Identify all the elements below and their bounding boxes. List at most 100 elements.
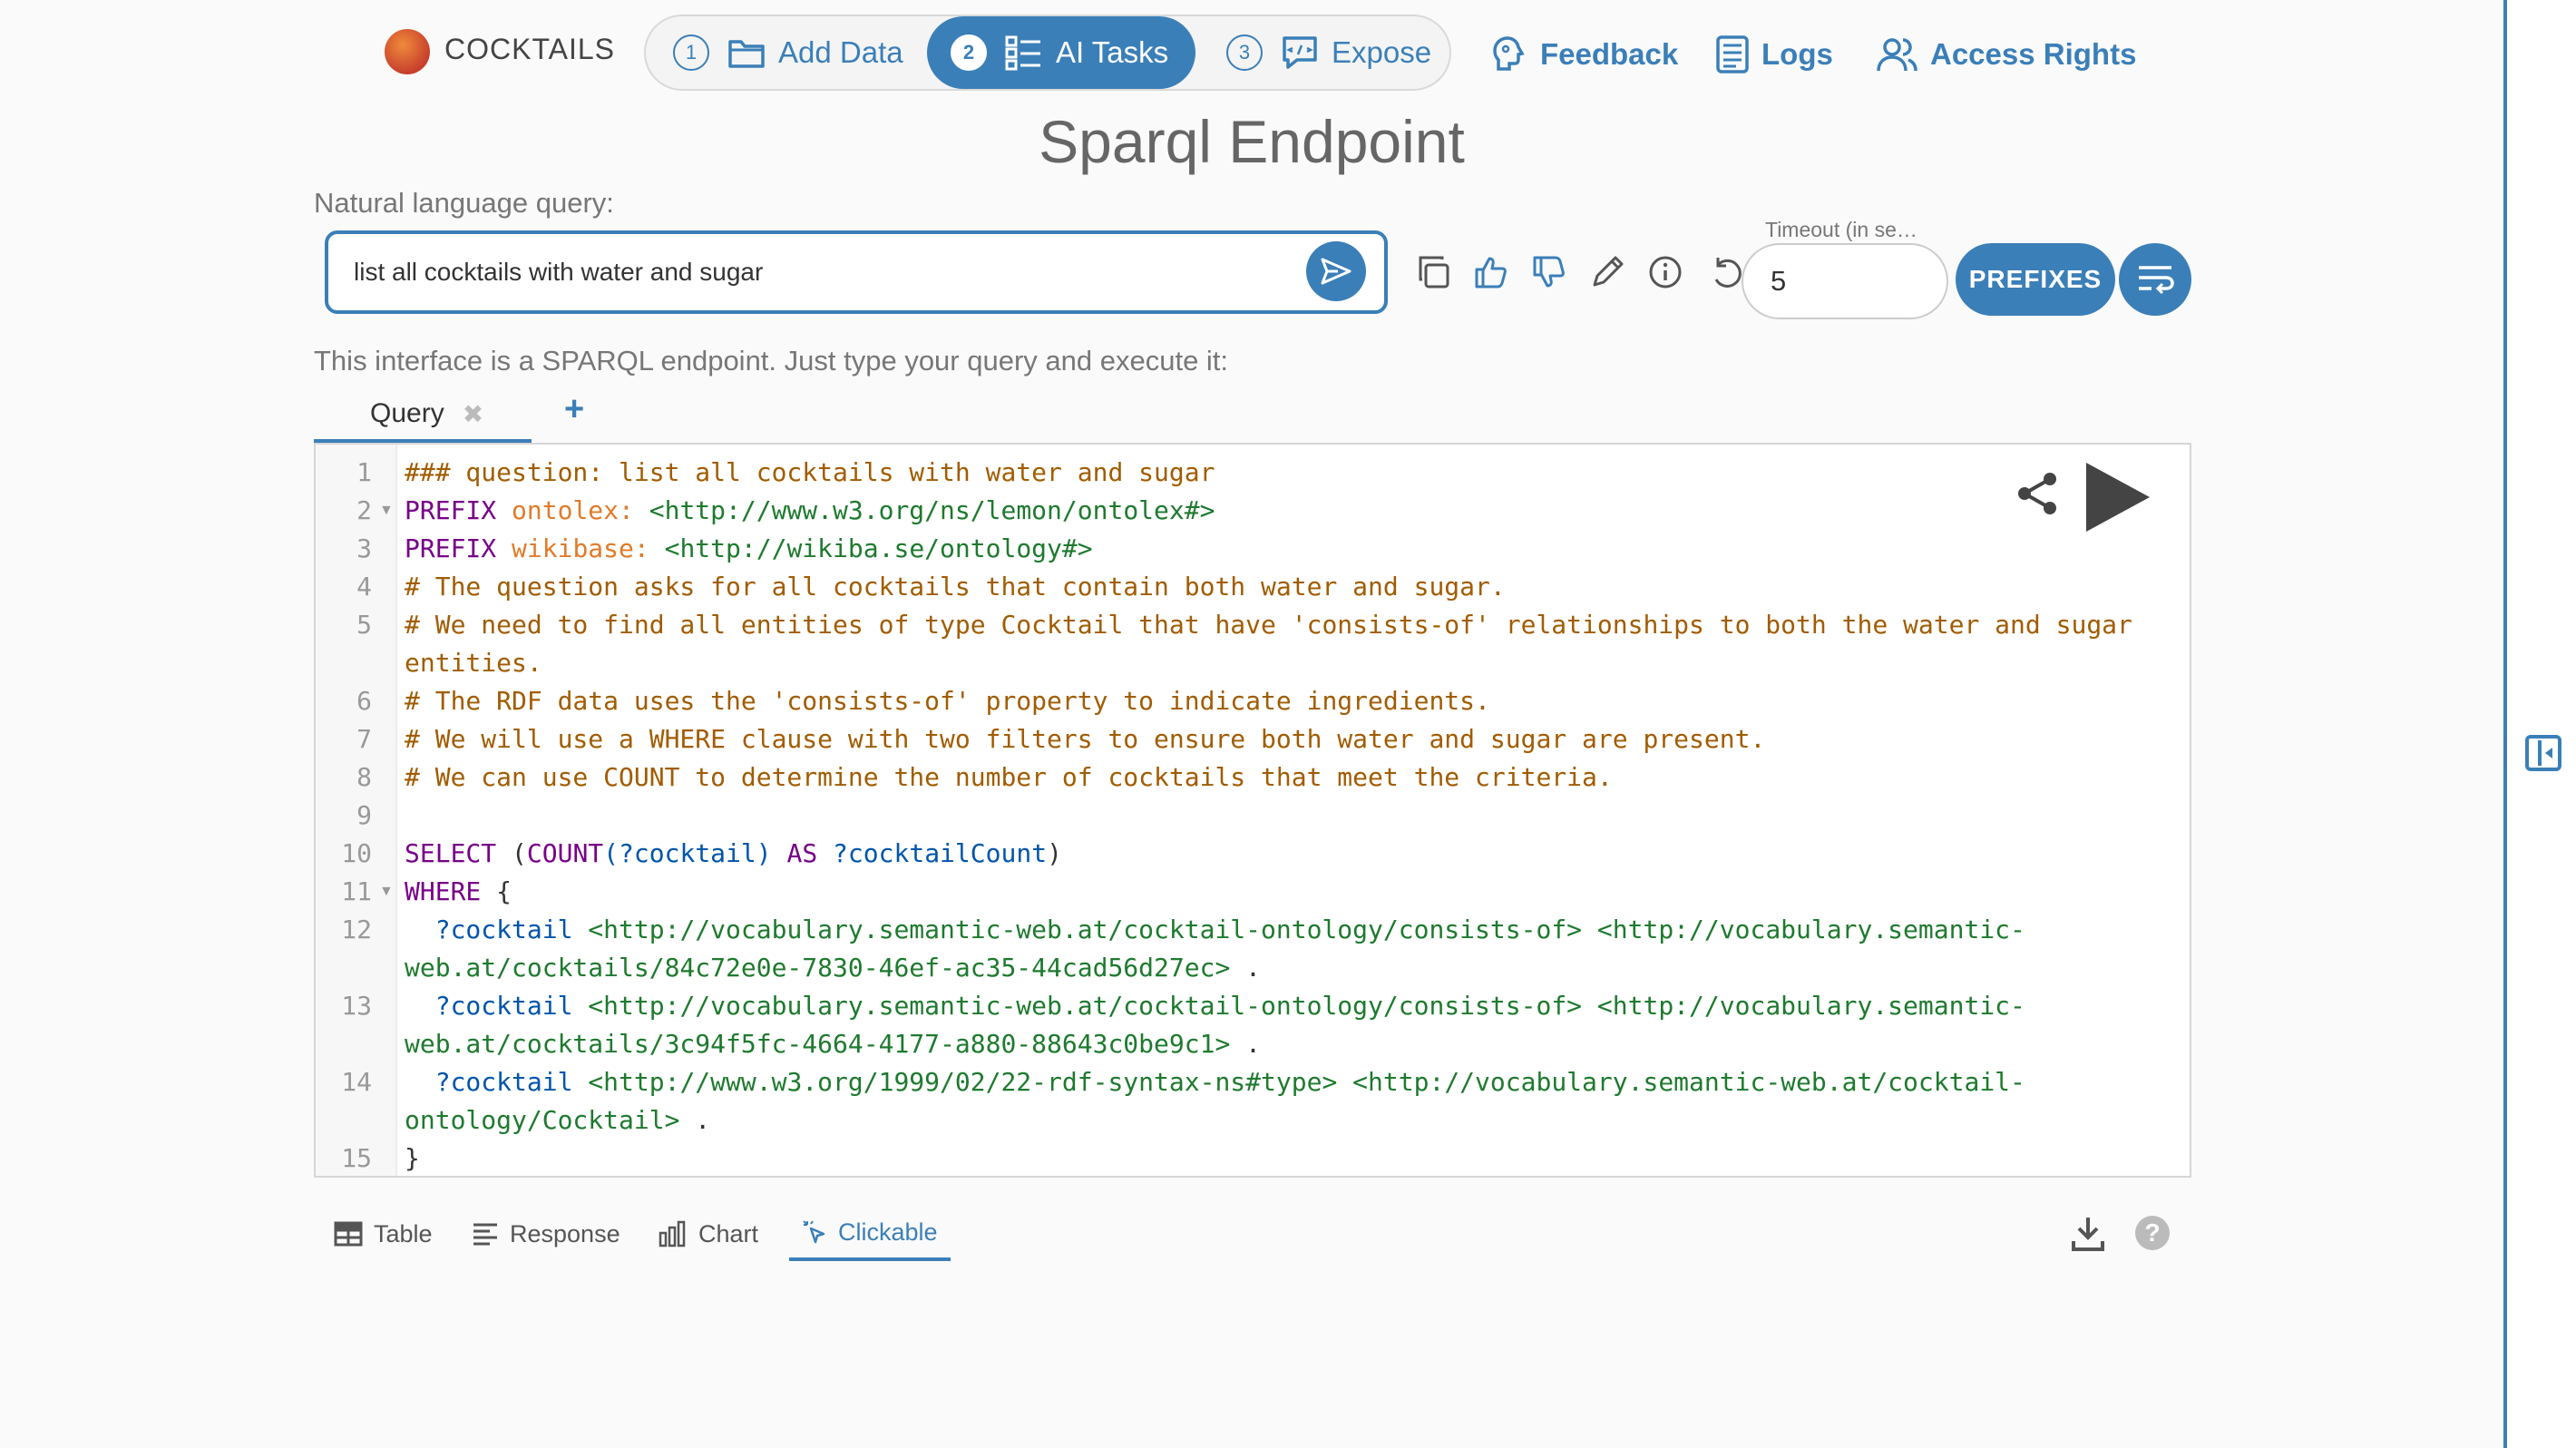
access-rights-label: Access Rights [1930, 37, 2137, 71]
brand-logo[interactable] [385, 29, 430, 74]
table-icon [334, 1221, 363, 1247]
code-punct: { [481, 876, 512, 906]
pencil-icon [1593, 256, 1624, 287]
copy-icon [1419, 256, 1449, 289]
run-query-button[interactable] [2081, 459, 2153, 535]
lines-icon [473, 1223, 497, 1246]
download-icon [2072, 1218, 2104, 1251]
tab-query[interactable]: Query ✖ [314, 388, 532, 443]
brand-name[interactable]: COCKTAILS [444, 33, 615, 66]
logs-link[interactable]: Logs [1714, 27, 1833, 82]
list-icon [1005, 35, 1040, 71]
info-icon [1649, 256, 1682, 289]
right-side-panel [2507, 0, 2576, 1448]
code-punct: ( [496, 838, 527, 868]
send-button[interactable] [1306, 241, 1366, 301]
brain-icon [1493, 36, 1525, 71]
line-number: 7 [356, 724, 372, 754]
code-line: # We will use a WHERE clause with two fi… [405, 724, 1766, 754]
copy-button[interactable] [1411, 250, 1455, 294]
panel-toggle-icon[interactable] [2525, 735, 2561, 771]
line-number: 1 [356, 457, 372, 487]
code-iri: <http://vocabulary.semantic- [1582, 991, 2025, 1021]
result-tab-chart[interactable]: Chart [659, 1207, 758, 1261]
play-icon [2086, 463, 2150, 532]
step-expose[interactable]: 3 Expose [1226, 16, 1444, 89]
result-tab-clickable[interactable]: Clickable [789, 1207, 951, 1261]
question-icon: ? [2144, 1218, 2161, 1247]
result-tab-response[interactable]: Response [472, 1207, 620, 1261]
wrap-text-icon [2139, 266, 2174, 295]
step-add-data[interactable]: 1 Add Data [673, 16, 945, 89]
code-iri: <http://wikiba.se/ontology#> [664, 533, 1093, 563]
code-line: ### question: list all cocktails with wa… [405, 457, 1215, 487]
logs-icon [1716, 35, 1749, 73]
code-variable: ?cocktailCount [833, 838, 1048, 868]
code-line: } [405, 1143, 420, 1173]
nl-query-box [325, 230, 1388, 314]
code-line: SELECT (COUNT(?cocktail) AS ?cocktailCou… [405, 838, 1062, 868]
edit-button[interactable] [1586, 250, 1629, 294]
line-number: 11 [341, 876, 372, 906]
code-line: PREFIX wikibase: <http://wikiba.se/ontol… [405, 533, 1093, 563]
step-number: 3 [1226, 34, 1263, 71]
code-keyword: SELECT [405, 838, 497, 868]
code-prefix: ontolex: [512, 495, 634, 525]
code-line: PREFIX ontolex: <http://www.w3.org/ns/le… [405, 495, 1215, 525]
nl-query-input[interactable] [354, 254, 1261, 290]
timeout-input[interactable] [1742, 243, 1948, 319]
thumbs-up-button[interactable] [1469, 250, 1513, 294]
prefixes-button[interactable]: PREFIXES [1956, 243, 2115, 316]
line-number: 9 [356, 800, 372, 830]
folder-icon [728, 40, 765, 68]
feedback-link[interactable]: Feedback [1488, 27, 1678, 82]
cursor-click-icon [803, 1220, 825, 1244]
fold-arrow-icon[interactable]: ▼ [379, 884, 394, 900]
result-tab-table[interactable]: Table [334, 1207, 433, 1261]
code-line: # The RDF data uses the 'consists-of' pr… [405, 686, 1490, 716]
fold-arrow-icon[interactable]: ▼ [379, 503, 394, 519]
result-tab-label: Chart [698, 1219, 759, 1247]
code-line: ?cocktail <http://www.w3.org/1999/02/22-… [405, 1067, 2025, 1097]
step-number: 2 [951, 34, 987, 71]
line-number: 14 [341, 1067, 372, 1097]
timeout-label: Timeout (in se… [1765, 218, 1917, 241]
code-punct: . [1230, 1029, 1262, 1059]
share-button[interactable] [2012, 468, 2063, 519]
bar-chart-icon [659, 1220, 686, 1247]
nl-query-label: Natural language query: [314, 187, 614, 219]
code-line: # We need to find all entities of type C… [405, 610, 2132, 640]
code-iri: <http://vocabulary.semantic- [1582, 915, 2025, 944]
info-button[interactable] [1644, 250, 1687, 294]
code-line: web.at/cocktails/3c94f5fc-4664-4177-a880… [405, 1029, 1261, 1059]
code-iri: web.at/cocktails/3c94f5fc-4664-4177-a880… [405, 1029, 1231, 1059]
add-tab-button[interactable]: + [564, 390, 584, 429]
code-line: ?cocktail <http://vocabulary.semantic-we… [405, 915, 2025, 944]
access-rights-link[interactable]: Access Rights [1876, 27, 2136, 82]
thumbs-up-icon [1475, 257, 1507, 289]
code-iri: <http://vocabulary.semantic-web.at/cockt… [572, 915, 1583, 944]
download-button[interactable] [2072, 1216, 2104, 1252]
code-line: # The question asks for all cocktails th… [405, 572, 1506, 602]
wrap-text-button[interactable] [2119, 243, 2191, 316]
intro-text: This interface is a SPARQL endpoint. Jus… [314, 345, 1229, 377]
code-punct: . [1230, 953, 1262, 983]
send-icon [1321, 258, 1351, 285]
code-line: # We can use COUNT to determine the numb… [405, 762, 1613, 792]
sparql-editor[interactable]: 1 2 ▼ 3 4 5 6 7 8 9 10 11 ▼ 12 13 14 15 … [314, 443, 2191, 1178]
help-button[interactable]: ? [2135, 1216, 2170, 1250]
code-variable: ?cocktail [405, 991, 573, 1021]
line-number: 3 [356, 533, 372, 563]
tab-close-icon[interactable]: ✖ [463, 399, 483, 429]
chat-icon [1283, 36, 1317, 69]
app-root: COCKTAILS 1 Add Data 2 AI Tasks 3 Expose… [0, 0, 2576, 1448]
undo-icon [1714, 258, 1742, 288]
result-tab-label: Clickable [838, 1218, 938, 1246]
code-line: ?cocktail <http://vocabulary.semantic-we… [405, 991, 2025, 1021]
line-number: 4 [356, 572, 372, 602]
step-ai-tasks[interactable]: 2 AI Tasks [927, 16, 1195, 89]
line-number: 6 [356, 686, 372, 716]
code-iri: <http://vocabulary.semantic-web.at/cockt… [1337, 1067, 2025, 1097]
code-iri: web.at/cocktails/84c72e0e-7830-46ef-ac35… [405, 953, 1231, 983]
thumbs-down-button[interactable] [1527, 250, 1571, 294]
